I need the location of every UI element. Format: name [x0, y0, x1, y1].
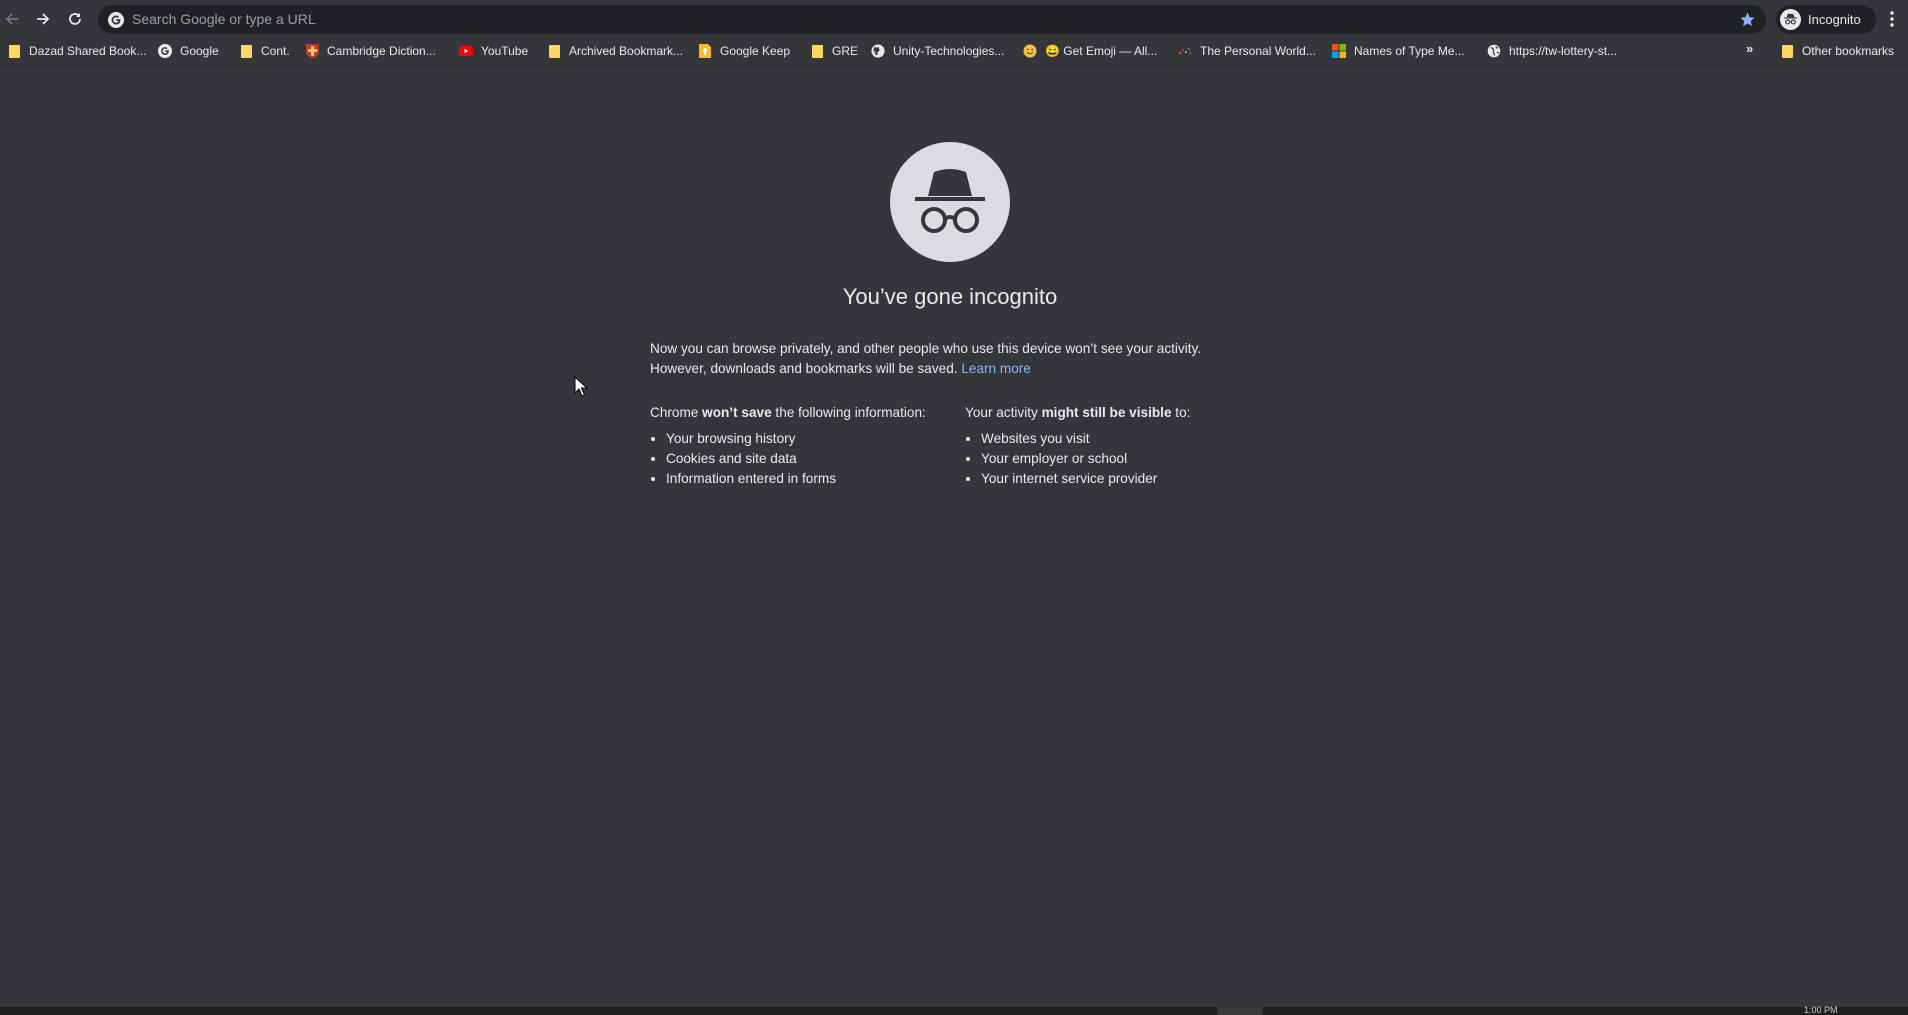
bookmark-label: GRE — [832, 44, 859, 58]
bookmark-label: Google — [180, 44, 219, 58]
intro-line-2: However, downloads and bookmarks will be… — [650, 359, 1250, 379]
incognito-profile-button[interactable]: Incognito — [1776, 5, 1876, 34]
bookmarks-bar: Dazad Shared Book... Google Cont. Cambri… — [0, 37, 1908, 66]
heading-emphasis: won’t save — [702, 405, 772, 420]
heading-emphasis: might still be visible — [1041, 405, 1172, 420]
more-menu-icon[interactable] — [1882, 9, 1902, 29]
bookmark-label: Cambridge Diction... — [327, 44, 436, 58]
youtube-icon — [459, 44, 473, 58]
intro-line-2-text: However, downloads and bookmarks will be… — [650, 361, 958, 376]
personal-world-icon — [1178, 44, 1192, 58]
bookmark-label: 😄 Get Emoji — All... — [1045, 44, 1158, 58]
bookmark-cambridge[interactable]: Cambridge Diction... — [305, 41, 436, 61]
incognito-hero-icon — [890, 142, 1010, 262]
bookmark-label: https://tw-lottery-st... — [1509, 44, 1618, 58]
reload-button[interactable] — [64, 8, 86, 30]
cambridge-icon — [305, 44, 319, 58]
still-visible-heading: Your activity might still be visible to: — [965, 403, 1265, 423]
bookmark-label: Archived Bookmark... — [569, 44, 684, 58]
bookmark-label: Unity-Technologies... — [893, 44, 1005, 58]
google-icon — [158, 44, 172, 58]
browser-toolbar: Search Google or type a URL Incognito — [0, 0, 1908, 37]
bookmark-label: Google Keep — [720, 44, 791, 58]
forward-arrow-icon — [37, 13, 50, 25]
taskbar: 1:00 PM — [0, 1005, 1908, 1015]
list-item: Websites you visit — [981, 429, 1265, 449]
folder-icon — [547, 44, 561, 58]
emoji-icon — [1023, 44, 1037, 58]
globe-icon — [1487, 44, 1501, 58]
back-button[interactable] — [1, 8, 23, 30]
google-g-icon — [108, 12, 124, 28]
bookmark-personal-world[interactable]: The Personal World... — [1178, 41, 1316, 61]
list-item: Your internet service provider — [981, 469, 1265, 489]
bookmark-get-emoji[interactable]: 😄 Get Emoji — All... — [1023, 41, 1157, 61]
folder-icon — [7, 44, 21, 58]
taskbar-active-app[interactable] — [1217, 1007, 1263, 1015]
wont-save-heading: Chrome won’t save the following informat… — [650, 403, 960, 423]
taskbar-clock: 1:00 PM — [1804, 1005, 1838, 1015]
intro-line-1: Now you can browse privately, and other … — [650, 341, 1202, 356]
heading-text: to: — [1171, 405, 1191, 420]
address-placeholder[interactable]: Search Google or type a URL — [132, 5, 316, 34]
incognito-avatar-icon — [1780, 9, 1801, 30]
bookmark-label: Other bookmarks — [1802, 44, 1895, 58]
list-item: Information entered in forms — [666, 469, 960, 489]
heading-text: Chrome — [650, 405, 703, 420]
list-item: Cookies and site data — [666, 449, 960, 469]
other-bookmarks[interactable]: Other bookmarks — [1780, 41, 1894, 61]
bookmark-youtube[interactable]: YouTube — [459, 41, 528, 61]
bookmark-names-of-type[interactable]: Names of Type Me... — [1332, 41, 1465, 61]
bookmark-label: Names of Type Me... — [1354, 44, 1465, 58]
bookmark-dazad-shared[interactable]: Dazad Shared Book... — [7, 41, 146, 61]
back-arrow-icon — [5, 13, 18, 25]
list-item: Your browsing history — [666, 429, 960, 449]
bookmark-google[interactable]: Google — [158, 41, 219, 61]
bookmark-label: Cont. — [261, 44, 290, 58]
still-visible-section: Your activity might still be visible to:… — [965, 403, 1265, 489]
bookmark-archived[interactable]: Archived Bookmark... — [547, 41, 683, 61]
bookmark-gre[interactable]: GRE — [810, 41, 858, 61]
page-title: You’ve gone incognito — [842, 284, 1058, 309]
bookmark-star-icon[interactable] — [1739, 11, 1756, 28]
still-visible-list: Websites you visit Your employer or scho… — [965, 429, 1265, 489]
address-bar[interactable]: Search Google or type a URL — [98, 5, 1766, 34]
mouse-cursor-icon — [574, 376, 588, 397]
bookmark-unity-technologies[interactable]: Unity-Technologies... — [871, 41, 1004, 61]
incognito-intro: Now you can browse privately, and other … — [650, 339, 1250, 379]
microsoft-icon — [1332, 44, 1346, 58]
reload-icon — [69, 13, 81, 25]
bookmark-cont[interactable]: Cont. — [239, 41, 290, 61]
bookmark-label: Dazad Shared Book... — [29, 44, 147, 58]
google-keep-icon — [698, 44, 712, 58]
bookmarks-overflow-chevron-icon[interactable]: » — [1746, 41, 1753, 56]
bookmark-google-keep[interactable]: Google Keep — [698, 41, 790, 61]
profile-label: Incognito — [1808, 12, 1861, 27]
folder-icon — [810, 44, 824, 58]
heading-text: Your activity — [965, 405, 1042, 420]
heading-text: the following information: — [771, 405, 926, 420]
bookmark-tw-lottery[interactable]: https://tw-lottery-st... — [1487, 41, 1617, 61]
bookmark-label: YouTube — [481, 44, 529, 58]
list-item: Your employer or school — [981, 449, 1265, 469]
folder-icon — [239, 44, 253, 58]
github-icon — [871, 44, 885, 58]
wont-save-list: Your browsing history Cookies and site d… — [650, 429, 960, 489]
folder-icon — [1780, 44, 1794, 58]
bookmark-label: The Personal World... — [1200, 44, 1316, 58]
wont-save-section: Chrome won’t save the following informat… — [650, 403, 960, 489]
forward-button[interactable] — [32, 8, 54, 30]
learn-more-link[interactable]: Learn more — [961, 361, 1031, 376]
